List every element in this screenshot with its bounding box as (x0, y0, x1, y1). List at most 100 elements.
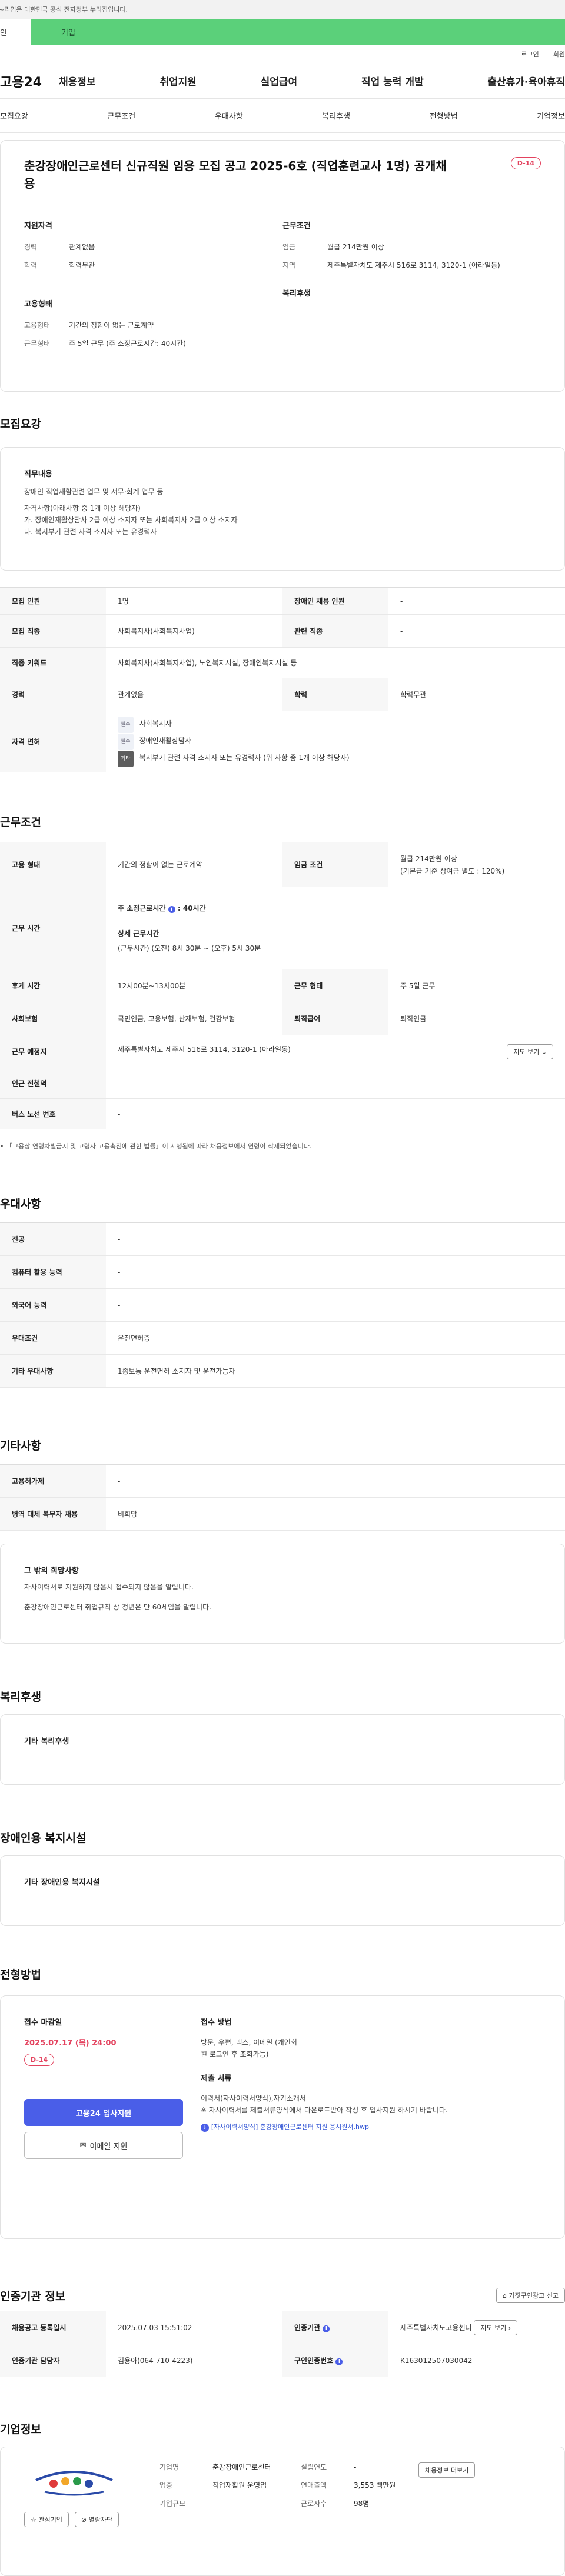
tab-conditions[interactable]: 근무조건 (107, 110, 135, 121)
join-link[interactable]: 회원 (553, 49, 565, 59)
info-key: 기업명 (159, 2463, 180, 2471)
summary-key: 임금 (282, 243, 296, 251)
cell-value: 운전면허증 (106, 1321, 565, 1355)
cell-key: 우대조건 (0, 1321, 106, 1355)
util-bar: 로그인 회원 (0, 45, 565, 64)
site-logo[interactable]: 고용24 (0, 72, 59, 91)
follow-label: 관심기업 (38, 2516, 62, 2524)
work-table: 고용 형태 기간의 정함이 없는 근로계약 임금 조건 월급 214만원 이상 (기본급… (0, 842, 565, 1129)
auth-table: 채용공고 등록일시 2025.07.03 15:51:02 인증기관 i 제주특별자치… (0, 2311, 565, 2377)
map-button[interactable]: 지도 보기 ⌄ (507, 1044, 553, 1059)
pref-section: 우대사항 (0, 1195, 565, 1212)
cell-key: 근무 시간 (0, 887, 106, 969)
etc-section: 기타사항 (0, 1437, 565, 1454)
org-map-label: 지도 보기 (480, 2324, 507, 2332)
summary-value: 월급 214만원 이상 (327, 243, 384, 251)
star-icon: ☆ (31, 2516, 36, 2524)
gnb-item-unemployment[interactable]: 실업급여 (261, 74, 298, 88)
company-info: 기업명 춘강장애인근로센터 업종 직업재활원 운영업 기업규모 - 설립연도 - 연매출… (159, 2462, 541, 2560)
login-link[interactable]: 로그인 (521, 49, 539, 59)
section-title: 복리후생 (0, 1691, 41, 1704)
screening-section: 전형방법 (0, 1966, 565, 1982)
tab-screening[interactable]: 전형방법 (430, 110, 458, 121)
info-icon[interactable]: i (323, 2325, 330, 2332)
place-cell: 제주특별자치도 제주시 516로 3114, 3120-1 (아라일동) 지도 보… (106, 1035, 565, 1068)
deadline-title: 접수 마감일 (24, 2018, 62, 2027)
cell-value: - (106, 1098, 565, 1129)
cell-value: - (106, 1222, 565, 1256)
section-title: 우대사항 (0, 1198, 41, 1211)
gnb-item-employment-support[interactable]: 취업지원 (159, 74, 197, 88)
info-key: 설립연도 (301, 2463, 327, 2471)
section-title: 모집요강 (0, 418, 41, 431)
section-title: 전형방법 (0, 1968, 41, 1981)
hours-detail: (근무시간) (오전) 8시 30분 ~ (오후) 5시 30분 (118, 944, 261, 952)
cell-key: 병역 대체 복무자 채용 (0, 1497, 106, 1531)
gnb-item-leave[interactable]: 출산휴가·육아휴직 (487, 74, 565, 88)
cell-key: 인증기관 (294, 2324, 321, 2332)
other-wishes-box: 그 밖의 희망사항 자사이력서로 지원하지 않음시 접수되지 않음을 알립니다.… (0, 1544, 565, 1644)
duty-box: 직무내용 장애인 직업재활관련 업무 및 서무·회계 업무 등 자격사항(아래사… (0, 447, 565, 571)
block-icon: ⊘ (81, 2516, 87, 2524)
job-summary-card: 춘강장애인근로센터 신규직원 임용 모집 공고 2025-6호 (직업훈련교사 … (0, 140, 565, 392)
section-title: 기업정보 (0, 2423, 41, 2436)
work-section: 근무조건 (0, 814, 565, 830)
table-row: 직종 키워드 사회복지사(사회복지사업), 노인복지시설, 장애인복지시설 등 (0, 647, 565, 678)
tab-recruit[interactable]: 모집요강 (0, 110, 28, 121)
more-jobs-button[interactable]: 채용정보 더보기 (418, 2462, 476, 2478)
summary-value: 제주특별자치도 제주시 516로 3114, 3120-1 (아라일동) (327, 261, 500, 269)
job-title: 춘강장애인근로센터 신규직원 임용 모집 공고 2025-6호 (직업훈련교사 … (24, 159, 447, 191)
company-col-3: 채용정보 더보기 (418, 2462, 476, 2560)
follow-button[interactable]: ☆ 관심기업 (24, 2512, 69, 2527)
cell-key: 직종 키워드 (0, 647, 106, 678)
cell-key: 외국어 능력 (0, 1288, 106, 1322)
docs-download[interactable]: ↓ [자사이력서양식] 춘강장애인근로센터 지원 응시원서.hwp (201, 2121, 541, 2133)
cell-value: 주 5일 근무 (388, 969, 565, 1002)
tab-company[interactable]: 기업정보 (537, 110, 565, 121)
license-item: 기타 복지부기 관련 자격 소지자 또는 유경력자 (위 사항 중 1개 이상 해… (118, 750, 565, 767)
table-row: 컴퓨터 활용 능력 - (0, 1255, 565, 1289)
table-row: 자격 면허 필수 사회복지사 필수 장애인재활상담사 기타 복지부기 관련 자격 소지… (0, 711, 565, 772)
info-value: 춘강장애인근로센터 (212, 2463, 271, 2471)
info-value: - (354, 2463, 357, 2471)
info-icon[interactable]: i (168, 906, 175, 913)
anchor-tabs: 모집요강 근무조건 우대사항 복리후생 전형방법 기업정보 (0, 99, 565, 133)
license-tag: 기타 (118, 751, 134, 767)
duty-line: 자격사항(아래사항 중 1개 이상 해당자) (24, 504, 141, 512)
deadline-value: 2025.07.17 (목) 24:00 (24, 2039, 117, 2048)
info-key: 근로자수 (301, 2500, 327, 2508)
report-button[interactable]: ⌂ 거짓구인광고 신고 (496, 2288, 565, 2303)
cell-value: 김용아(064-710-4223) (106, 2344, 282, 2377)
company-logo-icon (35, 2471, 113, 2496)
block-button[interactable]: ⊘ 열람차단 (74, 2512, 119, 2527)
apply-button[interactable]: 고용24 입사지원 (24, 2099, 183, 2126)
table-row: 모집 직종 사회복지사(사회복지사업) 관련 직종 - (0, 614, 565, 648)
cell-key: 근무 형태 (282, 969, 388, 1002)
section-title: 인증기관 정보 (0, 2290, 66, 2303)
tab-welfare[interactable]: 복리후생 (322, 110, 350, 121)
segment-personal[interactable]: 인 (0, 19, 31, 45)
segment-company[interactable]: 기업 (31, 19, 565, 45)
other-line: 자사이력서로 지원하지 않음시 접수되지 않음을 알립니다. (24, 1583, 194, 1591)
info-icon[interactable]: i (335, 2358, 343, 2365)
docs-link[interactable]: [자사이력서양식] 춘강장애인근로센터 지원 응시원서.hwp (211, 2123, 369, 2131)
gnb-item-training[interactable]: 직업 능력 개발 (361, 74, 424, 88)
email-apply-button[interactable]: ✉ 이메일 지원 (24, 2132, 183, 2159)
conditions-title: 근무조건 (282, 222, 311, 231)
table-row: 병역 대체 복무자 채용 비희망 (0, 1497, 565, 1531)
cell-value: K163012507030042 (388, 2344, 565, 2377)
table-row: 근무 예정지 제주특별자치도 제주시 516로 3114, 3120-1 (아라일… (0, 1035, 565, 1068)
info-value: 98명 (354, 2500, 370, 2508)
hours-summary: 주 소정근로시간 i : 40시간 (118, 904, 206, 913)
company-logo-area: ☆ 관심기업 ⊘ 열람차단 (24, 2462, 159, 2560)
summary-value: 학력무관 (69, 261, 95, 269)
license-tag: 필수 (118, 734, 134, 750)
apply-right: 접수 방법 방문, 우편, 팩스, 이메일 (개인회원 로그인 후 조회가능) … (189, 2016, 541, 2218)
mail-icon: ✉ (79, 2141, 87, 2150)
gnb-item-jobs[interactable]: 채용정보 (59, 74, 96, 88)
tab-preferences[interactable]: 우대사항 (215, 110, 243, 121)
section-title: 장애인용 복지시설 (0, 1832, 87, 1845)
table-row: 사회보험 국민연금, 고용보험, 산재보험, 건강보험 퇴직급여 퇴직연금 (0, 1002, 565, 1035)
org-map-button[interactable]: 지도 보기 › (474, 2320, 518, 2335)
dday-badge: D-14 (510, 157, 541, 169)
